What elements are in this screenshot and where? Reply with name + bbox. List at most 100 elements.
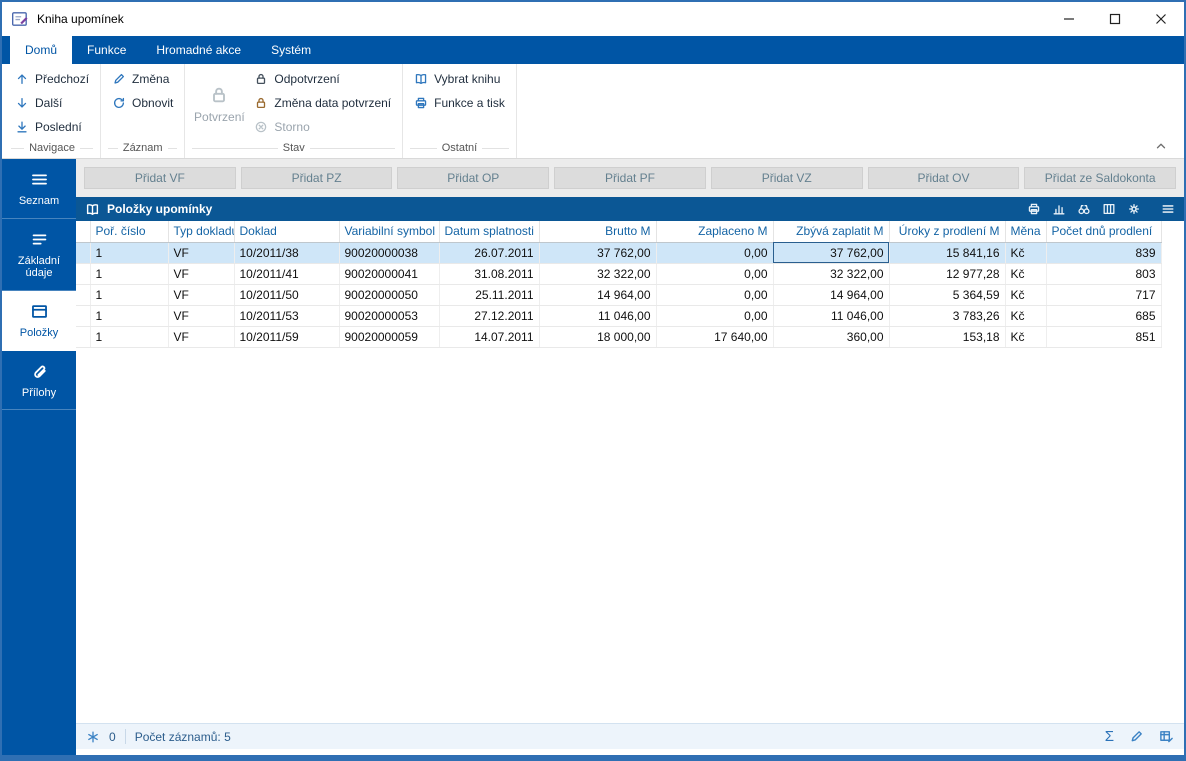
sidebar-item-seznam[interactable]: Seznam: [2, 159, 76, 219]
chart-icon[interactable]: [1052, 202, 1066, 216]
add-ov-button[interactable]: Přidat OV: [867, 167, 1020, 189]
row-indicator[interactable]: [76, 284, 91, 306]
print-icon[interactable]: [1027, 202, 1041, 216]
row-indicator[interactable]: [76, 242, 91, 264]
add-saldokonto-button[interactable]: Přidat ze Saldokonta: [1024, 167, 1177, 189]
cell[interactable]: 3 783,26: [889, 305, 1006, 327]
columns-icon[interactable]: [1102, 202, 1116, 216]
column-header-zbyva-zaplatit[interactable]: Zbývá zaplatit M: [773, 221, 890, 243]
cell[interactable]: 10/2011/38: [234, 242, 340, 264]
close-button[interactable]: [1138, 2, 1184, 36]
cell[interactable]: 90020000038: [339, 242, 440, 264]
cell[interactable]: 90020000050: [339, 284, 440, 306]
cell[interactable]: 851: [1046, 326, 1162, 348]
maximize-button[interactable]: [1092, 2, 1138, 36]
add-pz-button[interactable]: Přidat PZ: [240, 167, 393, 189]
sidebar-item-polozky[interactable]: Položky: [2, 290, 76, 351]
sidebar-item-zakladni-udaje[interactable]: Základní údaje: [2, 219, 76, 291]
cell[interactable]: 15 841,16: [889, 242, 1006, 264]
column-header-typ-dokladu[interactable]: Typ dokladu: [168, 221, 235, 243]
cell[interactable]: VF: [168, 263, 235, 285]
add-vz-button[interactable]: Přidat VZ: [710, 167, 863, 189]
cell[interactable]: 14 964,00: [539, 284, 657, 306]
sidebar-item-prilohy[interactable]: Přílohy: [2, 351, 76, 411]
cell[interactable]: 17 640,00: [656, 326, 774, 348]
cell[interactable]: 10/2011/59: [234, 326, 340, 348]
search-binoculars-icon[interactable]: [1077, 202, 1091, 216]
cell[interactable]: 12 977,28: [889, 263, 1006, 285]
table-row[interactable]: 1 VF 10/2011/41 90020000041 31.08.2011 3…: [76, 263, 1162, 285]
cell[interactable]: 1: [90, 242, 169, 264]
column-header-por-cislo[interactable]: Poř. číslo: [90, 221, 169, 243]
cell[interactable]: 11 046,00: [539, 305, 657, 327]
cell[interactable]: VF: [168, 284, 235, 306]
unconfirm-button[interactable]: Odpotvrzení: [248, 67, 397, 91]
column-header-doklad[interactable]: Doklad: [234, 221, 340, 243]
cell[interactable]: 5 364,59: [889, 284, 1006, 306]
column-header-variabilni-symbol[interactable]: Variabilní symbol: [339, 221, 440, 243]
cell[interactable]: 31.08.2011: [439, 263, 540, 285]
edit-button[interactable]: Změna: [106, 67, 179, 91]
column-header-uroky[interactable]: Úroky z prodlení M: [889, 221, 1006, 243]
cell[interactable]: 90020000053: [339, 305, 440, 327]
cell[interactable]: Kč: [1005, 326, 1047, 348]
cell[interactable]: 0,00: [656, 305, 774, 327]
cell[interactable]: VF: [168, 326, 235, 348]
cell[interactable]: 1: [90, 263, 169, 285]
table-row[interactable]: 1 VF 10/2011/53 90020000053 27.12.2011 1…: [76, 305, 1162, 327]
row-indicator[interactable]: [76, 326, 91, 348]
cell[interactable]: 1: [90, 284, 169, 306]
cell[interactable]: Kč: [1005, 284, 1047, 306]
add-pf-button[interactable]: Přidat PF: [554, 167, 706, 189]
table-row[interactable]: 1 VF 10/2011/38 90020000038 26.07.2011 3…: [76, 242, 1162, 264]
table-edit-icon[interactable]: [1159, 729, 1174, 744]
column-header-pocet-dnu[interactable]: Počet dnů prodlení: [1046, 221, 1162, 243]
change-confirm-date-button[interactable]: Změna data potvrzení: [248, 91, 397, 115]
column-header-datum-splatnosti[interactable]: Datum splatnosti: [439, 221, 540, 243]
cell[interactable]: 153,18: [889, 326, 1006, 348]
select-book-button[interactable]: Vybrat knihu: [408, 67, 511, 91]
cell[interactable]: 10/2011/41: [234, 263, 340, 285]
cell[interactable]: 360,00: [773, 326, 890, 348]
table-row[interactable]: 1 VF 10/2011/59 90020000059 14.07.2011 1…: [76, 326, 1162, 348]
column-header-brutto[interactable]: Brutto M: [539, 221, 657, 243]
table-row[interactable]: 1 VF 10/2011/50 90020000050 25.11.2011 1…: [76, 284, 1162, 306]
cell[interactable]: 0,00: [656, 263, 774, 285]
cell[interactable]: 32 322,00: [539, 263, 657, 285]
cell[interactable]: 14 964,00: [773, 284, 890, 306]
column-header-mena[interactable]: Měna: [1005, 221, 1047, 243]
confirm-button[interactable]: Potvrzení: [190, 67, 248, 141]
cell[interactable]: 717: [1046, 284, 1162, 306]
cell[interactable]: 10/2011/50: [234, 284, 340, 306]
storno-button[interactable]: Storno: [248, 115, 397, 139]
refresh-button[interactable]: Obnovit: [106, 91, 179, 115]
cell[interactable]: 90020000041: [339, 263, 440, 285]
cell[interactable]: 27.12.2011: [439, 305, 540, 327]
panel-menu-icon[interactable]: [1161, 202, 1175, 216]
tab-system[interactable]: Systém: [256, 36, 326, 64]
tab-hromadne-akce[interactable]: Hromadné akce: [141, 36, 256, 64]
row-indicator[interactable]: [76, 263, 91, 285]
cell[interactable]: 25.11.2011: [439, 284, 540, 306]
add-vf-button[interactable]: Přidat VF: [84, 167, 236, 189]
cell[interactable]: VF: [168, 305, 235, 327]
cell[interactable]: 37 762,00: [539, 242, 657, 264]
cell[interactable]: 10/2011/53: [234, 305, 340, 327]
cell[interactable]: 1: [90, 326, 169, 348]
cell[interactable]: Kč: [1005, 305, 1047, 327]
next-button[interactable]: Další: [9, 91, 95, 115]
cell[interactable]: 11 046,00: [773, 305, 890, 327]
settings-gear-icon[interactable]: [1127, 202, 1141, 216]
add-op-button[interactable]: Přidat OP: [397, 167, 550, 189]
row-indicator[interactable]: [76, 305, 91, 327]
cell[interactable]: 803: [1046, 263, 1162, 285]
edit-pencil-icon[interactable]: [1129, 729, 1144, 744]
cell[interactable]: 0,00: [656, 284, 774, 306]
cell[interactable]: Kč: [1005, 263, 1047, 285]
cell[interactable]: Kč: [1005, 242, 1047, 264]
focused-cell[interactable]: 37 762,00: [773, 242, 890, 264]
minimize-button[interactable]: [1046, 2, 1092, 36]
cell[interactable]: VF: [168, 242, 235, 264]
cell[interactable]: 685: [1046, 305, 1162, 327]
sum-icon[interactable]: Σ: [1105, 728, 1114, 745]
